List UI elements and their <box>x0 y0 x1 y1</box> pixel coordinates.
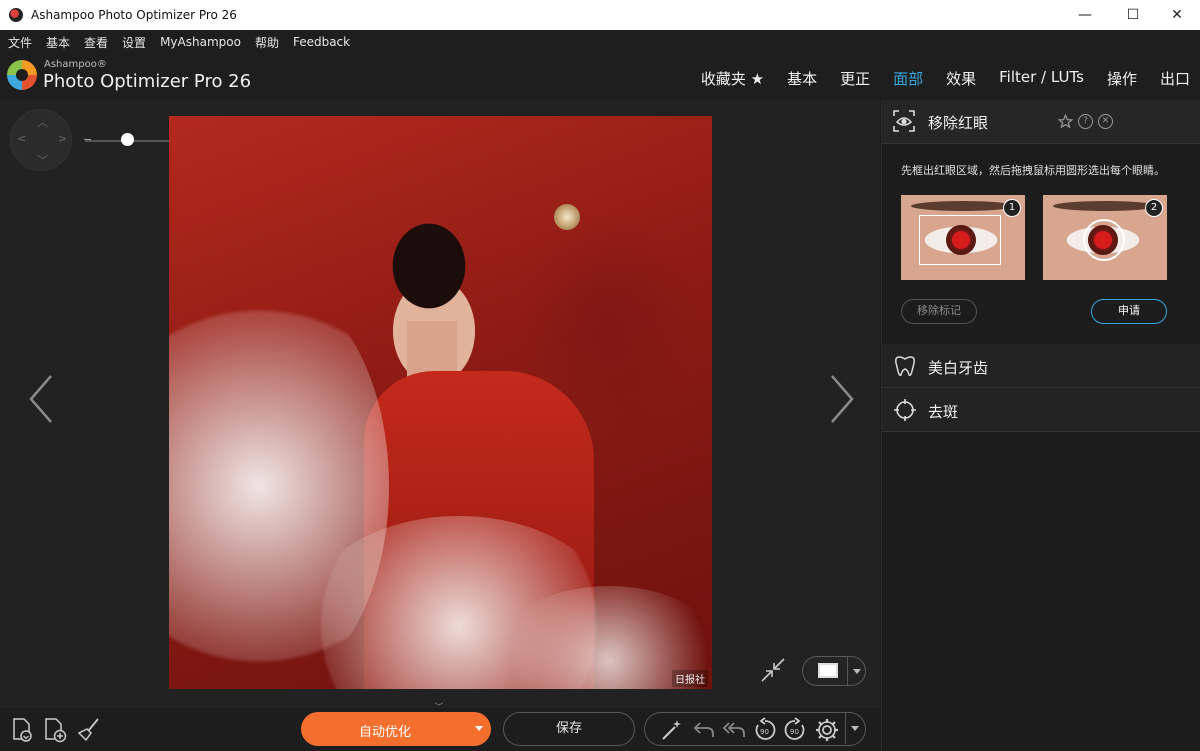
maximize-button[interactable]: ☐ <box>1110 0 1156 30</box>
minimize-button[interactable]: — <box>1062 0 1108 30</box>
blemish-removal-label: 去斑 <box>928 403 959 421</box>
photo-watermark: 日报社 <box>672 670 708 687</box>
menu-help[interactable]: 帮助 <box>255 34 279 51</box>
rotate-right-icon[interactable]: 90 <box>782 717 808 743</box>
next-image-icon[interactable] <box>826 372 856 426</box>
nav-basic[interactable]: 基本 <box>787 68 817 89</box>
pan-right-icon[interactable]: > <box>58 132 67 145</box>
teeth-whitening-label: 美白牙齿 <box>928 359 989 377</box>
nav-correct[interactable]: 更正 <box>840 68 870 89</box>
view-mode-button[interactable] <box>802 656 866 686</box>
photo-hairpin <box>554 204 580 230</box>
tools-dropdown-icon[interactable] <box>851 726 859 731</box>
redeye-icon <box>893 110 915 132</box>
pan-left-icon[interactable]: < <box>17 132 26 145</box>
help-icon[interactable]: ? <box>1078 114 1093 129</box>
menu-settings[interactable]: 设置 <box>122 34 146 51</box>
single-view-icon <box>818 663 838 678</box>
photo-canvas[interactable]: 日报社 <box>169 116 712 689</box>
nav-export[interactable]: 出口 <box>1160 68 1190 89</box>
eyebrow <box>911 201 1015 211</box>
auto-optimize-label: 自动优化 <box>358 725 411 740</box>
menu-feedback[interactable]: Feedback <box>293 35 350 49</box>
redeye-instructions: 先框出红眼区域，然后拖拽鼠标用圆形选出每个眼睛。 <box>901 164 1165 177</box>
face-tools-panel: 移除红眼 ? ✕ 先框出红眼区域，然后拖拽鼠标用圆形选出每个眼睛。 1 2 移除… <box>881 100 1200 751</box>
menu-bar: 文件 基本 查看 设置 MyAshampoo 帮助 Feedback <box>0 30 1200 54</box>
add-file-icon[interactable] <box>42 717 68 743</box>
menu-myashampoo[interactable]: MyAshampoo <box>160 35 241 49</box>
bottom-toolbar: 自动优化 保存 90 90 <box>0 708 880 751</box>
rotate-left-icon[interactable]: 90 <box>752 717 778 743</box>
save-button[interactable]: 保存 <box>503 712 635 746</box>
menu-view[interactable]: 查看 <box>84 34 108 51</box>
zoom-slider-handle[interactable] <box>121 133 134 146</box>
redeye-example-step2: 2 <box>1043 195 1167 280</box>
selection-circle <box>1083 219 1125 261</box>
edit-tools-group: 90 90 <box>644 712 866 746</box>
menu-basic[interactable]: 基本 <box>46 34 70 51</box>
redeye-header[interactable]: 移除红眼 ? ✕ <box>882 100 1200 144</box>
undo-icon[interactable] <box>691 717 717 743</box>
pan-control[interactable]: ︿ ﹀ < > <box>10 109 72 171</box>
eyebrow <box>1053 201 1157 211</box>
close-panel-icon[interactable]: ✕ <box>1098 114 1113 129</box>
ashampoo-logo-icon <box>7 60 37 90</box>
favorite-star-icon[interactable] <box>1058 114 1073 129</box>
auto-optimize-button[interactable]: 自动优化 <box>301 712 491 746</box>
window-title: Ashampoo Photo Optimizer Pro 26 <box>31 8 237 22</box>
crosshair-icon <box>894 399 916 421</box>
magic-wand-icon[interactable] <box>659 717 685 743</box>
close-button[interactable]: ✕ <box>1154 0 1200 30</box>
redeye-example-step1: 1 <box>901 195 1025 280</box>
app-header: Ashampoo® Photo Optimizer Pro 26 收藏夹 ★ 基… <box>0 54 1200 100</box>
app-icon <box>9 8 23 22</box>
view-dropdown-icon[interactable] <box>853 669 861 674</box>
fit-to-window-icon[interactable] <box>759 656 787 684</box>
logo-brand: Ashampoo® <box>44 59 107 70</box>
step-number: 1 <box>1003 199 1021 217</box>
previous-image-icon[interactable] <box>27 372 57 426</box>
nav-face[interactable]: 面部 <box>893 68 923 89</box>
tooth-icon <box>895 356 915 376</box>
undo-all-icon[interactable] <box>721 717 747 743</box>
menu-file[interactable]: 文件 <box>8 34 32 51</box>
nav-effects[interactable]: 效果 <box>946 68 976 89</box>
main-nav: 收藏夹 ★ 基本 更正 面部 效果 Filter / LUTs 操作 出口 <box>678 68 1190 89</box>
selection-rectangle <box>919 215 1001 265</box>
pan-up-icon[interactable]: ︿ <box>37 114 48 130</box>
open-file-icon[interactable] <box>9 717 35 743</box>
nav-favorites[interactable]: 收藏夹 ★ <box>701 68 764 89</box>
nav-operations[interactable]: 操作 <box>1107 68 1137 89</box>
step-number: 2 <box>1145 199 1163 217</box>
clean-brush-icon[interactable] <box>76 717 102 743</box>
svg-text:90: 90 <box>760 728 769 736</box>
auto-optimize-dropdown-icon[interactable] <box>475 726 483 731</box>
teeth-whitening-section[interactable]: 美白牙齿 <box>882 344 1200 388</box>
nav-filter-luts[interactable]: Filter / LUTs <box>999 68 1084 89</box>
redeye-title: 移除红眼 <box>928 114 989 132</box>
logo-product: Photo Optimizer Pro 26 <box>43 71 252 92</box>
settings-gear-icon[interactable] <box>814 717 840 743</box>
title-bar: Ashampoo Photo Optimizer Pro 26 — ☐ ✕ <box>0 0 1200 30</box>
apply-button[interactable]: 申请 <box>1091 299 1167 324</box>
pan-down-icon[interactable]: ﹀ <box>37 152 48 168</box>
blemish-removal-section[interactable]: 去斑 <box>882 388 1200 432</box>
svg-text:90: 90 <box>790 728 799 736</box>
remove-marks-button[interactable]: 移除标记 <box>901 299 977 324</box>
